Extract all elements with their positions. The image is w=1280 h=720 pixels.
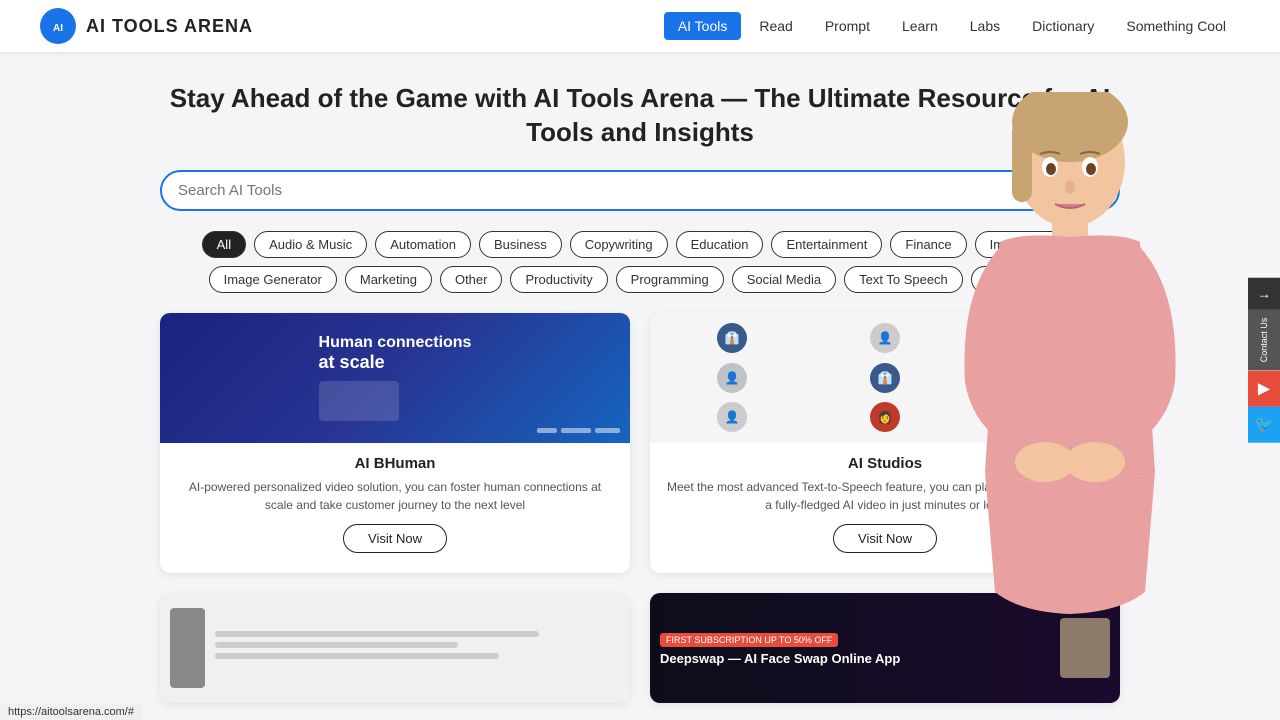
category-tag-business[interactable]: Business xyxy=(479,231,562,258)
category-tag-copywriting[interactable]: Copywriting xyxy=(570,231,668,258)
category-tag-all[interactable]: All xyxy=(202,231,246,258)
nav-link-something-cool[interactable]: Something Cool xyxy=(1112,12,1240,40)
category-tag-text-to-speech[interactable]: Text To Speech xyxy=(844,266,963,293)
deepswap-avatar xyxy=(1060,618,1110,678)
category-tag-social-media[interactable]: Social Media xyxy=(732,266,836,293)
card-ai-bhuman-image: Human connectionsat scale xyxy=(160,313,630,443)
search-dropdown-arrow[interactable]: ⌄ xyxy=(1039,182,1051,199)
deepswap-badge: FIRST SUBSCRIPTION UP TO 50% OFF xyxy=(660,633,838,647)
category-tag-other[interactable]: Other xyxy=(440,266,503,293)
side-twitter-btn[interactable]: 🐦 xyxy=(1248,406,1280,442)
card-ai-bhuman-visit-btn[interactable]: Visit Now xyxy=(343,524,447,553)
side-buttons: → Contact Us ▶ 🐦 xyxy=(1248,278,1280,443)
studio-avatar-7: 👤 xyxy=(717,402,747,432)
card-ai-bhuman-desc: AI-powered personalized video solution, … xyxy=(176,478,614,514)
category-tag-marketing[interactable]: Marketing xyxy=(345,266,432,293)
card-deepswap-text-area: FIRST SUBSCRIPTION UP TO 50% OFF Deepswa… xyxy=(660,630,1050,666)
search-bar: ⌄ 🔍 xyxy=(160,170,1120,211)
nav-link-read[interactable]: Read xyxy=(745,12,806,40)
card-ai-studios-title: AI Studios xyxy=(666,455,1104,472)
card-ai-studios-desc: Meet the most advanced Text-to-Speech fe… xyxy=(666,478,1104,514)
side-youtube-btn[interactable]: ▶ xyxy=(1248,370,1280,406)
card-ai-studios-image: 👔 👤 👩 👤 👔 👩 👤 👩 👔 xyxy=(650,313,1120,443)
nav-link-labs[interactable]: Labs xyxy=(956,12,1014,40)
logo-icon: AI xyxy=(40,8,76,44)
card-deepswap: FIRST SUBSCRIPTION UP TO 50% OFF Deepswa… xyxy=(650,593,1120,703)
studio-avatar-5: 👔 xyxy=(870,363,900,393)
video-studio-text-lines xyxy=(205,631,620,664)
card-video-studio-preview xyxy=(160,593,630,703)
video-studio-avatar xyxy=(170,608,205,688)
search-input[interactable] xyxy=(178,182,1039,199)
category-tag-image-editor[interactable]: Image Editor xyxy=(975,231,1079,258)
category-tag-image-generator[interactable]: Image Generator xyxy=(209,266,337,293)
text-line-1 xyxy=(215,631,539,637)
logo-text: AI TOOLS ARENA xyxy=(86,16,253,37)
category-tags: All Audio & Music Automation Business Copywr… xyxy=(160,231,1120,293)
card-ai-studios: 👔 👤 👩 👤 👔 👩 👤 👩 👔 AI Studios Meet the mo… xyxy=(650,313,1120,573)
deepswap-title: Deepswap — AI Face Swap Online App xyxy=(660,651,1050,666)
card-ai-studios-visit-btn[interactable]: Visit Now xyxy=(833,524,937,553)
studio-avatar-1: 👔 xyxy=(717,323,747,353)
logo[interactable]: AI AI TOOLS ARENA xyxy=(40,8,253,44)
hero-title: Stay Ahead of the Game with AI Tools Are… xyxy=(160,82,1120,150)
card-ai-bhuman-body: AI BHuman AI-powered personalized video … xyxy=(160,443,630,573)
text-line-3 xyxy=(215,653,499,659)
card-video-studio xyxy=(160,593,630,703)
side-arrow-btn[interactable]: → xyxy=(1248,278,1280,310)
studio-avatar-9: 👔 xyxy=(1023,402,1053,432)
category-tag-video-editor[interactable]: Video Editor xyxy=(971,266,1072,293)
category-tag-audio-and-music[interactable]: Audio & Music xyxy=(254,231,367,258)
nav-links: AI ToolsReadPromptLearnLabsDictionarySom… xyxy=(664,12,1240,40)
studio-avatar-4: 👤 xyxy=(717,363,747,393)
card-deepswap-preview: FIRST SUBSCRIPTION UP TO 50% OFF Deepswa… xyxy=(650,593,1120,703)
navbar: AI AI TOOLS ARENA AI ToolsReadPromptLear… xyxy=(0,0,1280,52)
category-tag-finance[interactable]: Finance xyxy=(890,231,966,258)
category-tag-programming[interactable]: Programming xyxy=(616,266,724,293)
search-divider xyxy=(1069,180,1070,200)
cards-grid: Human connectionsat scale AI BHuman AI-p… xyxy=(160,313,1120,573)
category-tag-entertainment[interactable]: Entertainment xyxy=(771,231,882,258)
studio-avatar-3: 👩 xyxy=(1023,323,1053,353)
nav-link-prompt[interactable]: Prompt xyxy=(811,12,884,40)
studio-avatar-6: 👩 xyxy=(1023,363,1053,393)
bottom-cards: FIRST SUBSCRIPTION UP TO 50% OFF Deepswa… xyxy=(160,593,1120,703)
search-button[interactable]: 🔍 xyxy=(1080,180,1102,201)
nav-link-dictionary[interactable]: Dictionary xyxy=(1018,12,1108,40)
studio-avatar-2: 👤 xyxy=(870,323,900,353)
side-contact-btn[interactable]: Contact Us xyxy=(1248,310,1280,371)
text-line-2 xyxy=(215,642,458,648)
card-ai-studios-body: AI Studios Meet the most advanced Text-t… xyxy=(650,443,1120,573)
nav-link-ai-tools[interactable]: AI Tools xyxy=(664,12,742,40)
svg-text:AI: AI xyxy=(53,23,63,34)
category-tag-automation[interactable]: Automation xyxy=(375,231,471,258)
category-tag-education[interactable]: Education xyxy=(676,231,764,258)
card-ai-bhuman: Human connectionsat scale AI BHuman AI-p… xyxy=(160,313,630,573)
url-bar: https://aitoolsarena.com/# xyxy=(0,704,142,720)
studio-avatar-8: 👩 xyxy=(870,402,900,432)
category-tag-productivity[interactable]: Productivity xyxy=(510,266,607,293)
nav-link-learn[interactable]: Learn xyxy=(888,12,952,40)
card-ai-bhuman-title: AI BHuman xyxy=(176,455,614,472)
